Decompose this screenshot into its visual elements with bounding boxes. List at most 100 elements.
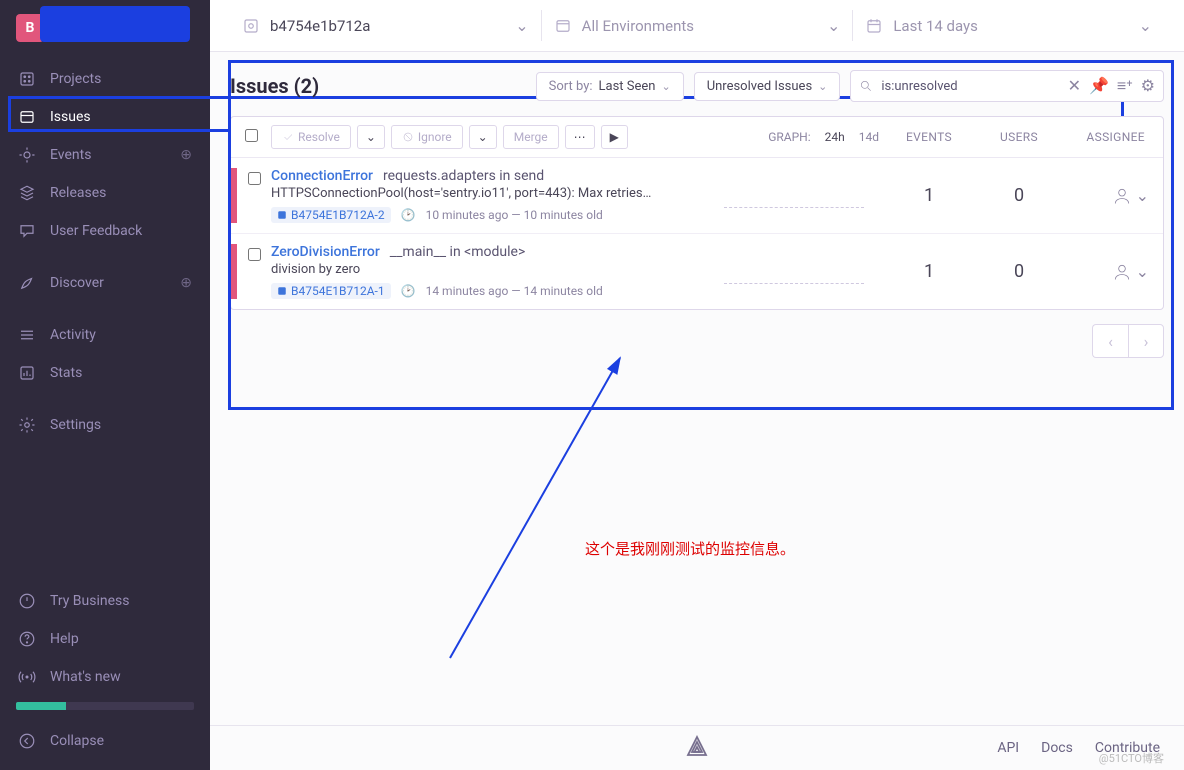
sentry-logo-icon bbox=[685, 734, 709, 762]
sidebar-item-events[interactable]: Events ⊕ bbox=[0, 136, 210, 174]
filter-dropdown[interactable]: Unresolved Issues ⌄ bbox=[694, 72, 841, 101]
environment-selector[interactable]: All Environments ⌄ bbox=[542, 10, 854, 41]
help-icon bbox=[18, 630, 36, 648]
global-topbar: b4754e1b712a ⌄ All Environments ⌄ Last 1… bbox=[210, 0, 1184, 52]
activity-icon bbox=[18, 326, 36, 344]
sidebar-item-try-business[interactable]: Try Business bbox=[0, 582, 210, 620]
page-title: Issues (2) bbox=[230, 74, 526, 98]
sidebar-item-label: Try Business bbox=[50, 593, 129, 609]
search-settings-icon[interactable]: ⚙ bbox=[1141, 76, 1155, 96]
sidebar-item-user-feedback[interactable]: User Feedback bbox=[0, 212, 210, 250]
chevron-down-icon: ⌄ bbox=[818, 80, 827, 93]
releases-icon bbox=[18, 184, 36, 202]
resolve-dropdown[interactable]: ⌄ bbox=[357, 125, 385, 149]
sidebar-item-stats[interactable]: Stats bbox=[0, 354, 210, 392]
sidebar-item-issues[interactable]: Issues bbox=[0, 98, 210, 136]
merge-button[interactable]: Merge bbox=[503, 125, 559, 149]
pin-search-icon[interactable]: 📌 bbox=[1089, 76, 1109, 96]
sidebar-collapse[interactable]: Collapse bbox=[0, 722, 210, 760]
plus-badge-icon: ⊕ bbox=[180, 275, 192, 291]
pagination: ‹ › bbox=[230, 324, 1164, 358]
chevron-down-icon: ⌄ bbox=[827, 16, 840, 35]
graph-range-14d[interactable]: 14d bbox=[859, 130, 879, 144]
issues-icon bbox=[18, 108, 36, 126]
sidebar-item-label: Collapse bbox=[50, 733, 104, 749]
sidebar-item-label: Projects bbox=[50, 71, 101, 87]
ignore-button[interactable]: Ignore bbox=[391, 125, 463, 149]
issues-table: Resolve ⌄ Ignore ⌄ Merge ⋯ ▶ GRAPH: 24h … bbox=[230, 116, 1164, 310]
next-page-button[interactable]: › bbox=[1128, 324, 1164, 358]
power-icon bbox=[18, 592, 36, 610]
sort-value: Last Seen bbox=[599, 79, 656, 94]
table-row: ZeroDivisionError __main__ in <module> d… bbox=[231, 234, 1163, 309]
user-icon bbox=[1112, 186, 1132, 206]
main-area: b4754e1b712a ⌄ All Environments ⌄ Last 1… bbox=[210, 0, 1184, 770]
clear-search-icon[interactable]: ✕ bbox=[1068, 76, 1081, 96]
annotation-text: 这个是我刚刚测试的监控信息。 bbox=[585, 538, 795, 559]
chevron-down-icon: ⌄ bbox=[661, 80, 670, 93]
save-search-icon[interactable]: ≡⁺ bbox=[1117, 76, 1133, 96]
sidebar-item-discover[interactable]: Discover ⊕ bbox=[0, 264, 210, 302]
sidebar-item-releases[interactable]: Releases bbox=[0, 174, 210, 212]
resolve-button[interactable]: Resolve bbox=[271, 125, 351, 149]
issue-title-link[interactable]: ConnectionError bbox=[271, 168, 373, 184]
project-icon bbox=[242, 17, 260, 35]
sidebar-item-help[interactable]: Help bbox=[0, 620, 210, 658]
collapse-icon bbox=[18, 732, 36, 750]
sidebar-item-whats-new[interactable]: What's new bbox=[0, 658, 210, 696]
sidebar-item-activity[interactable]: Activity bbox=[0, 316, 210, 354]
sparkline bbox=[724, 260, 864, 284]
timerange-selector-label: Last 14 days bbox=[893, 17, 978, 35]
events-count[interactable]: 1 bbox=[879, 168, 979, 223]
users-count[interactable]: 0 bbox=[979, 168, 1059, 223]
row-checkbox[interactable] bbox=[248, 248, 261, 261]
watermark: @51CTO博客 bbox=[1099, 750, 1164, 766]
quota-progress-fill bbox=[16, 702, 66, 710]
events-icon bbox=[18, 146, 36, 164]
project-selector-label: b4754e1b712a bbox=[270, 17, 370, 35]
issues-toolbar: Issues (2) Sort by: Last Seen ⌄ Unresolv… bbox=[230, 70, 1164, 102]
assignee-picker[interactable]: ⌄ bbox=[1059, 168, 1149, 223]
search-bar[interactable]: ✕ 📌 ≡⁺ ⚙ bbox=[850, 70, 1164, 102]
user-icon bbox=[1112, 262, 1132, 282]
users-count[interactable]: 0 bbox=[979, 244, 1059, 299]
more-actions-button[interactable]: ⋯ bbox=[565, 125, 595, 149]
issue-tag[interactable]: B4754E1B712A-2 bbox=[271, 207, 391, 223]
events-header: EVENTS bbox=[879, 130, 979, 144]
sidebar-item-settings[interactable]: Settings bbox=[0, 406, 210, 444]
play-button[interactable]: ▶ bbox=[601, 125, 628, 149]
annotation-arrow bbox=[440, 348, 640, 668]
sidebar-item-label: Events bbox=[50, 147, 91, 163]
environment-selector-label: All Environments bbox=[582, 17, 694, 35]
timerange-selector[interactable]: Last 14 days ⌄ bbox=[853, 10, 1164, 41]
chevron-down-icon: ⌄ bbox=[1136, 186, 1149, 205]
assignee-header: ASSIGNEE bbox=[1059, 130, 1149, 144]
issue-description: HTTPSConnectionPool(host='sentry.io11', … bbox=[271, 186, 709, 201]
calendar-icon bbox=[865, 17, 883, 35]
prev-page-button[interactable]: ‹ bbox=[1092, 324, 1128, 358]
ignore-dropdown[interactable]: ⌄ bbox=[469, 125, 497, 149]
search-icon bbox=[859, 79, 873, 93]
row-checkbox[interactable] bbox=[248, 172, 261, 185]
events-count[interactable]: 1 bbox=[879, 244, 979, 299]
graph-range-24h[interactable]: 24h bbox=[825, 130, 845, 144]
sidebar-item-projects[interactable]: Projects bbox=[0, 60, 210, 98]
issue-description: division by zero bbox=[271, 262, 709, 277]
plus-badge-icon: ⊕ bbox=[180, 147, 192, 163]
broadcast-icon bbox=[18, 668, 36, 686]
footer-link-api[interactable]: API bbox=[997, 740, 1019, 756]
quota-progress bbox=[16, 702, 194, 710]
select-all-checkbox[interactable] bbox=[245, 129, 258, 142]
project-selector[interactable]: b4754e1b712a ⌄ bbox=[230, 10, 542, 41]
search-input[interactable] bbox=[881, 79, 1059, 94]
issue-title-link[interactable]: ZeroDivisionError bbox=[271, 244, 380, 260]
assignee-picker[interactable]: ⌄ bbox=[1059, 244, 1149, 299]
sidebar-item-label: User Feedback bbox=[50, 223, 142, 239]
table-row: ConnectionError requests.adapters in sen… bbox=[231, 158, 1163, 234]
org-switcher[interactable]: B bbox=[0, 0, 210, 60]
filter-label: Unresolved Issues bbox=[707, 79, 812, 94]
footer-link-docs[interactable]: Docs bbox=[1041, 740, 1073, 756]
sort-dropdown[interactable]: Sort by: Last Seen ⌄ bbox=[536, 72, 684, 101]
issue-tag[interactable]: B4754E1B712A-1 bbox=[271, 283, 391, 299]
chevron-down-icon: ⌄ bbox=[1136, 262, 1149, 281]
